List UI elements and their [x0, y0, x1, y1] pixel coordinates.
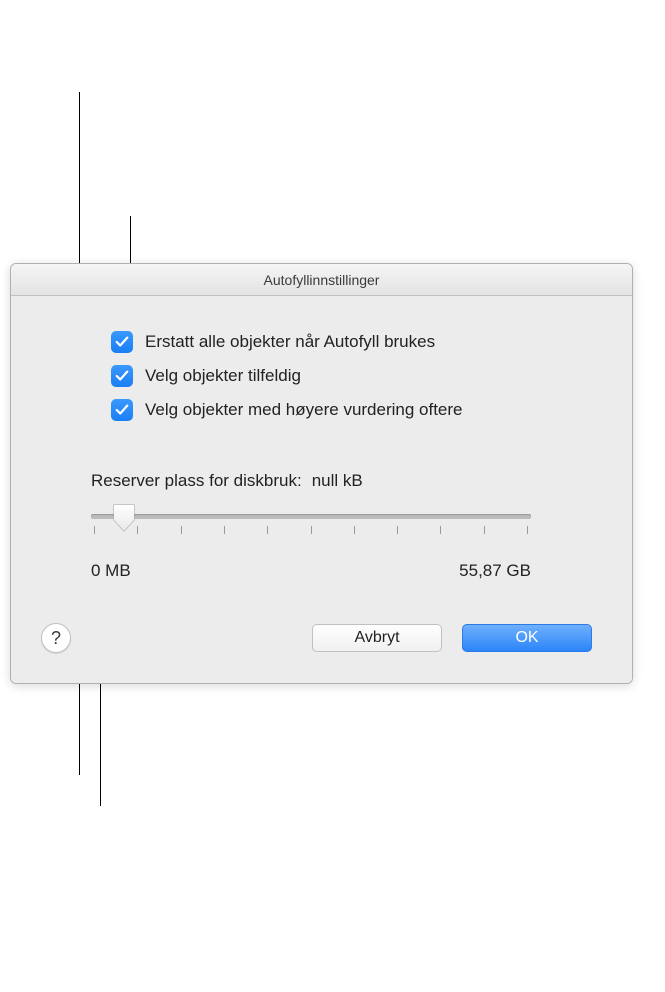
button-row: ? Avbryt OK	[41, 623, 592, 663]
slider-track	[91, 514, 531, 519]
autofill-settings-dialog: Autofyllinnstillinger Erstatt alle objek…	[10, 263, 633, 684]
checkbox-checked-icon[interactable]	[111, 331, 133, 353]
disk-space-slider-section: Reserver plass for diskbruk: null kB	[91, 471, 592, 583]
checkbox-row-random[interactable]: Velg objekter tilfeldig	[111, 365, 592, 387]
dialog-body: Erstatt alle objekter når Autofyll bruke…	[11, 296, 632, 683]
help-button[interactable]: ?	[41, 623, 71, 653]
dialog-title: Autofyllinnstillinger	[264, 272, 380, 288]
disk-space-slider[interactable]	[91, 509, 531, 549]
slider-range-labels: 0 MB 55,87 GB	[91, 561, 531, 583]
action-buttons: Avbryt OK	[312, 624, 592, 652]
checkbox-label: Velg objekter med høyere vurdering ofter…	[145, 400, 463, 420]
slider-value: null kB	[312, 471, 363, 491]
slider-thumb[interactable]	[113, 504, 135, 532]
ok-button[interactable]: OK	[462, 624, 592, 652]
checkbox-checked-icon[interactable]	[111, 365, 133, 387]
checkbox-checked-icon[interactable]	[111, 399, 133, 421]
slider-ticks	[91, 526, 531, 536]
slider-max-label: 55,87 GB	[459, 561, 531, 581]
checkbox-label: Erstatt alle objekter når Autofyll bruke…	[145, 332, 435, 352]
dialog-titlebar: Autofyllinnstillinger	[11, 264, 632, 296]
checkbox-row-higher-rating[interactable]: Velg objekter med høyere vurdering ofter…	[111, 399, 592, 421]
slider-label-row: Reserver plass for diskbruk: null kB	[91, 471, 592, 491]
checkbox-row-replace-all[interactable]: Erstatt alle objekter når Autofyll bruke…	[111, 331, 592, 353]
checkbox-label: Velg objekter tilfeldig	[145, 366, 301, 386]
slider-label: Reserver plass for diskbruk:	[91, 471, 302, 491]
cancel-button[interactable]: Avbryt	[312, 624, 442, 652]
checkbox-group: Erstatt alle objekter når Autofyll bruke…	[111, 331, 592, 421]
slider-min-label: 0 MB	[91, 561, 131, 581]
help-icon: ?	[51, 628, 61, 649]
